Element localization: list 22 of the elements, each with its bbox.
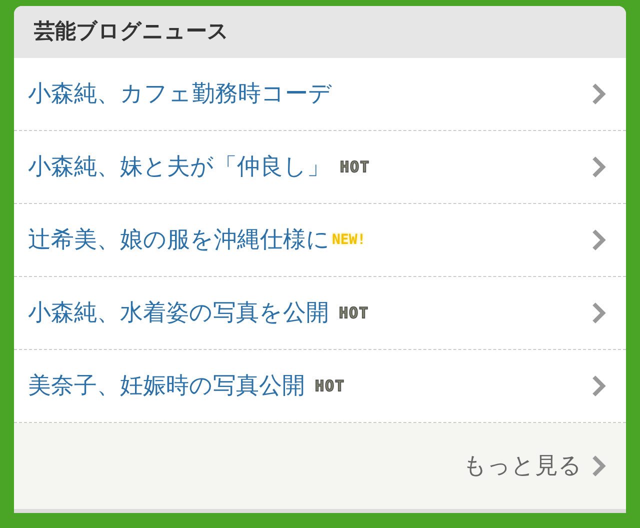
chevron-icon [592,375,606,397]
news-item[interactable]: 小森純、カフェ勤務時コーデ [14,58,626,131]
chevron-icon [592,455,606,477]
more-label: もっと見る [463,452,582,481]
news-title: 小森純、妹と夫が「仲良し」 [28,152,330,182]
news-item[interactable]: 小森純、妹と夫が「仲良し」 HOT [14,131,626,204]
news-title: 小森純、水着姿の写真を公開 [28,298,329,328]
news-title: 小森純、カフェ勤務時コーデ [28,80,332,109]
news-item[interactable]: 小森純、水着姿の写真を公開 HOT [14,277,626,350]
chevron-icon [592,229,606,251]
new-label: NEW! [332,230,366,250]
chevron-icon [592,156,606,178]
chevron-icon [592,83,606,105]
card-title: 芸能ブログニュース [34,18,229,46]
hot-label: HOT [315,376,346,397]
more-link[interactable]: もっと見る [463,448,606,484]
news-title: 辻希美、娘の服を沖縄仕様に [28,226,330,255]
news-title: 美奈子、妊娠時の写真公開 [28,372,305,401]
news-item[interactable]: 辻希美、娘の服を沖縄仕様に NEW! [14,204,626,277]
chevron-icon [592,302,606,324]
hot-label: HOT [339,302,370,324]
hot-label: HOT [340,156,370,178]
